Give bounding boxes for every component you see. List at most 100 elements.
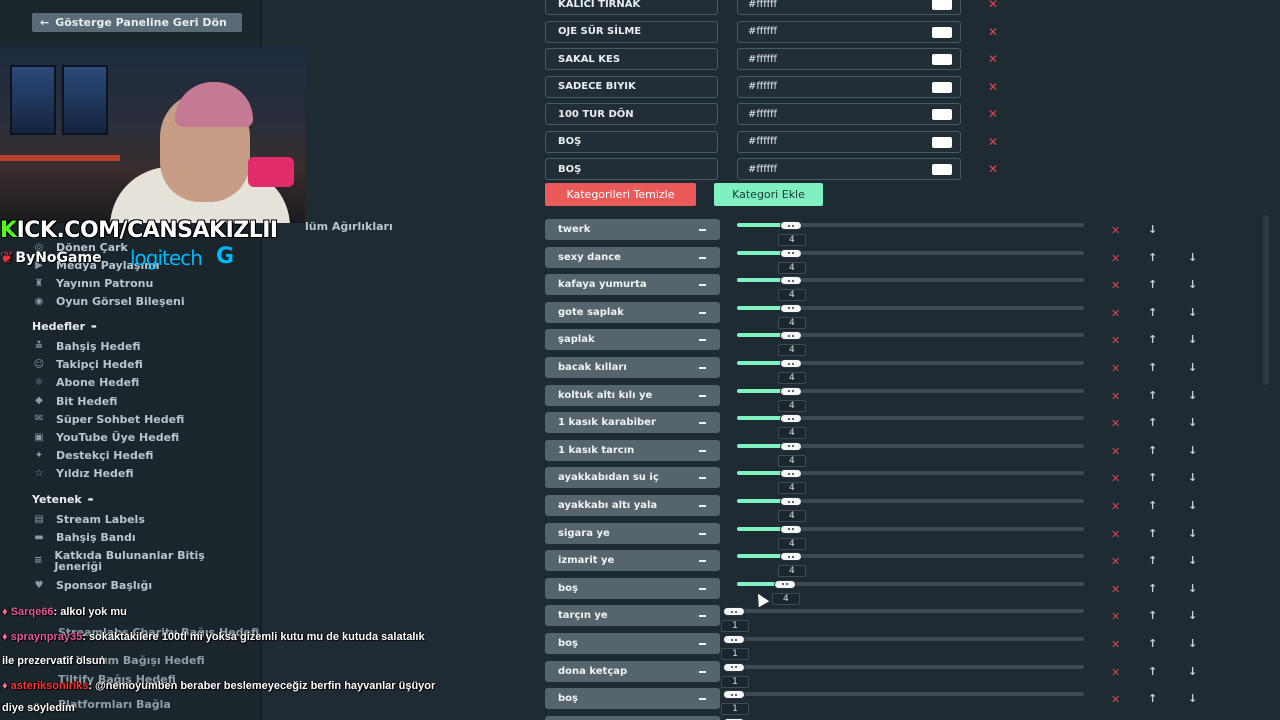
weight-slider-track[interactable]	[737, 637, 1084, 641]
remove-weight-icon[interactable]: ✕	[1111, 529, 1120, 540]
weight-slider-thumb[interactable]	[779, 386, 802, 396]
arrow-down-icon[interactable]: ↓	[1188, 500, 1197, 511]
arrow-down-icon[interactable]: ↓	[1188, 693, 1197, 704]
color-swatch[interactable]	[932, 109, 952, 120]
goals-section-header[interactable]: Hedefler ▬	[32, 320, 97, 333]
arrow-up-icon[interactable]: ↑	[1148, 583, 1157, 594]
sidebar-item[interactable]: ≛ Bahşiş Hedefi	[32, 340, 141, 353]
arrow-down-icon[interactable]: ↓	[1188, 252, 1197, 263]
remove-weight-icon[interactable]: ✕	[1111, 556, 1120, 567]
weight-slider-track[interactable]	[737, 609, 1084, 614]
sidebar-item[interactable]: ≡ Katkıda Bulunanlar Bitiş Jeneriği	[32, 550, 232, 572]
category-name-input[interactable]: OJE SÜR SİLME	[545, 20, 718, 43]
arrow-up-icon[interactable]: ↑	[1148, 693, 1157, 704]
weight-category-select[interactable]: twerk	[545, 219, 720, 240]
arrow-up-icon[interactable]: ↑	[1148, 555, 1157, 566]
arrow-up-icon[interactable]: ↑	[1148, 666, 1157, 677]
chat-username[interactable]: asteriksoniriks	[11, 680, 89, 692]
add-category-button[interactable]: Kategori Ekle	[714, 183, 823, 206]
remove-weight-icon[interactable]: ✕	[1111, 639, 1120, 650]
weight-slider-thumb[interactable]	[779, 221, 802, 230]
remove-weight-icon[interactable]: ✕	[1111, 253, 1120, 264]
remove-weight-icon[interactable]: ✕	[1111, 611, 1120, 622]
category-color-input[interactable]: #ffffff	[737, 103, 961, 125]
remove-category-icon[interactable]: ✕	[988, 26, 998, 38]
weight-slider-thumb[interactable]	[723, 662, 745, 672]
weight-slider-thumb[interactable]	[779, 524, 802, 534]
weight-category-select[interactable]: izmarit ye	[545, 550, 720, 572]
remove-category-icon[interactable]: ✕	[988, 136, 998, 148]
remove-category-icon[interactable]: ✕	[988, 163, 998, 175]
arrow-down-icon[interactable]: ↓	[1188, 390, 1197, 401]
color-swatch[interactable]	[932, 136, 952, 148]
remove-weight-icon[interactable]: ✕	[1111, 667, 1120, 678]
weight-category-select[interactable]: ayakkabıdan su iç	[545, 467, 720, 489]
remove-weight-icon[interactable]: ✕	[1111, 446, 1120, 457]
sidebar-item[interactable]: ◆ Bit Hedefi	[32, 395, 117, 408]
weight-category-select[interactable]: ayakkabı altı yala	[545, 495, 720, 516]
remove-weight-icon[interactable]: ✕	[1111, 363, 1120, 374]
weight-slider-thumb[interactable]	[779, 552, 802, 562]
weight-category-select[interactable]: şaplak	[545, 329, 720, 351]
remove-weight-icon[interactable]: ✕	[1111, 280, 1120, 291]
arrow-up-icon[interactable]: ↑	[1148, 307, 1157, 318]
back-to-dashboard-button[interactable]: ← Gösterge Paneline Geri Dön	[32, 13, 242, 32]
category-color-input[interactable]: #ffffff	[737, 48, 961, 70]
sidebar-item[interactable]: ◉ Oyun Görsel Bileşeni	[32, 295, 185, 308]
chat-username[interactable]: spraynpray35	[11, 631, 83, 643]
weight-category-select[interactable]: sexy dance	[545, 246, 720, 268]
remove-category-icon[interactable]: ✕	[988, 81, 998, 93]
category-color-input[interactable]: #ffffff	[737, 20, 961, 43]
weight-category-select[interactable]: boş	[545, 688, 720, 710]
arrow-down-icon[interactable]: ↓	[1188, 417, 1197, 428]
remove-weight-icon[interactable]: ✕	[1111, 501, 1120, 512]
sidebar-item[interactable]: ☆ Yıldız Hedefi	[32, 467, 134, 480]
arrow-up-icon[interactable]: ↑	[1148, 417, 1157, 428]
arrow-up-icon[interactable]: ↑	[1148, 334, 1157, 345]
color-swatch[interactable]	[932, 81, 952, 93]
remove-weight-icon[interactable]: ✕	[1111, 418, 1120, 429]
weight-slider-thumb[interactable]	[779, 414, 802, 424]
weight-category-select[interactable]: kafaya yumurta	[545, 274, 720, 296]
arrow-down-icon[interactable]: ↓	[1188, 362, 1197, 373]
weight-slider-track[interactable]	[737, 692, 1084, 697]
arrow-down-icon[interactable]: ↓	[1148, 224, 1157, 235]
weight-slider-thumb[interactable]	[779, 331, 802, 341]
category-name-input[interactable]: BOŞ	[545, 158, 718, 180]
weight-category-select[interactable]: gote saplak	[545, 301, 720, 323]
remove-category-icon[interactable]: ✕	[988, 53, 998, 65]
weight-slider-thumb[interactable]	[779, 497, 802, 506]
sidebar-item[interactable]: ♥ Sponsor Başlığı	[32, 579, 153, 592]
weight-slider-track[interactable]	[737, 664, 1084, 669]
remove-category-icon[interactable]: ✕	[988, 108, 998, 120]
arrow-down-icon[interactable]: ↓	[1188, 666, 1197, 677]
category-name-input[interactable]: SAKAL KES	[545, 48, 718, 70]
sidebar-item[interactable]: ♜ Yayının Patronu	[32, 277, 154, 290]
arrow-up-icon[interactable]: ↑	[1148, 362, 1157, 373]
arrow-up-icon[interactable]: ↑	[1148, 528, 1157, 539]
arrow-up-icon[interactable]: ↑	[1148, 472, 1157, 483]
remove-weight-icon[interactable]: ✕	[1111, 391, 1120, 402]
weight-category-select[interactable]: 1 kasık tarcın	[545, 439, 720, 461]
weight-category-select[interactable]: sigara ye	[545, 522, 720, 544]
category-color-input[interactable]: #ffffff	[737, 130, 961, 153]
weight-slider-thumb[interactable]	[723, 607, 745, 617]
category-color-input[interactable]: #ffffff	[737, 158, 961, 180]
sidebar-item[interactable]: ✉ Süper Sohbet Hedefi	[32, 413, 184, 426]
scrollbar[interactable]	[1263, 215, 1269, 385]
arrow-up-icon[interactable]: ↑	[1148, 638, 1157, 649]
arrow-up-icon[interactable]: ↑	[1148, 279, 1157, 290]
category-name-input[interactable]: BOŞ	[545, 130, 718, 153]
arrow-down-icon[interactable]: ↓	[1188, 638, 1197, 649]
arrow-down-icon[interactable]: ↓	[1188, 583, 1197, 594]
weight-slider-thumb[interactable]	[779, 441, 802, 451]
remove-weight-icon[interactable]: ✕	[1111, 335, 1120, 346]
weight-slider-thumb[interactable]	[723, 635, 745, 644]
category-name-input[interactable]: 100 TUR DÖN	[545, 103, 718, 125]
weight-slider-thumb[interactable]	[779, 303, 802, 313]
weight-category-select[interactable]: dona ketçap	[545, 660, 720, 682]
chat-username[interactable]: Sarqe66	[11, 606, 54, 618]
arrow-up-icon[interactable]: ↑	[1148, 390, 1157, 401]
arrow-up-icon[interactable]: ↑	[1148, 252, 1157, 263]
sidebar-item[interactable]: ▤ Stream Labels	[32, 513, 145, 526]
